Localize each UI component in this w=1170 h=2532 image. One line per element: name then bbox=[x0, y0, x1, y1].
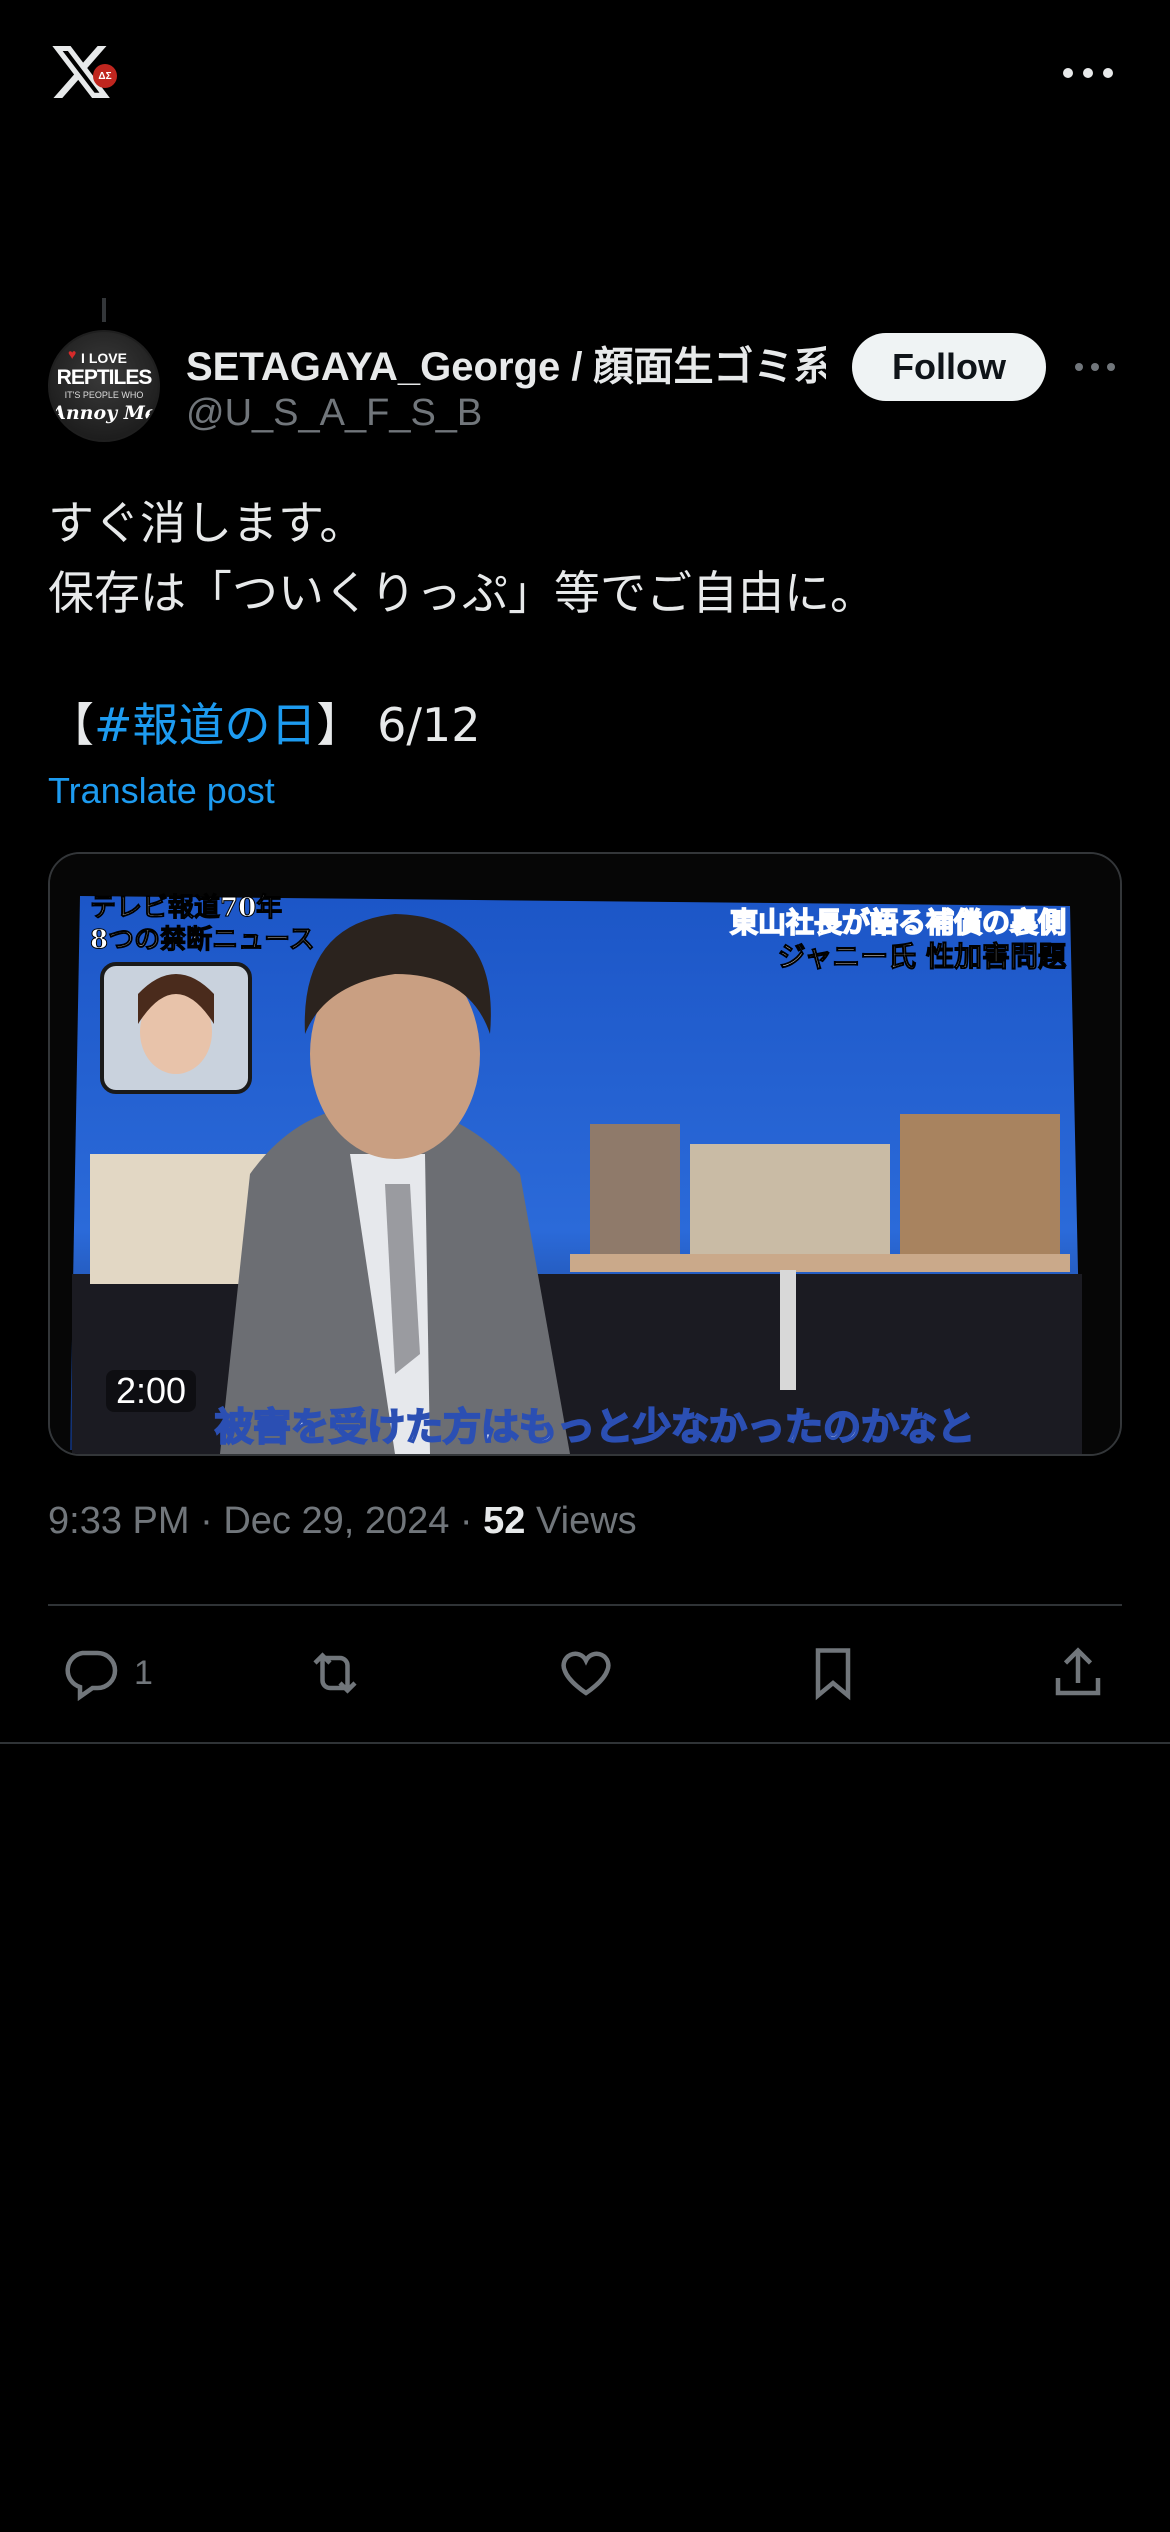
divider bbox=[0, 1742, 1170, 1744]
thread-line bbox=[102, 298, 106, 322]
overlay-top-right-2: ジャニー氏 性加害問題 bbox=[778, 940, 1067, 973]
bookmark-button[interactable] bbox=[803, 1640, 863, 1706]
tag-line: 【#報道の日】 6/12 bbox=[48, 690, 480, 760]
avatar-text-4: Annoy Me bbox=[51, 402, 157, 424]
repost-icon bbox=[313, 1652, 357, 1694]
user-handle[interactable]: @U_S_A_F_S_B bbox=[186, 392, 482, 435]
video-player[interactable]: テレビ報道70年 8つの禁断ニュース 東山社長が語る補償の裏側 ジャニー氏 性加… bbox=[48, 852, 1122, 1456]
divider bbox=[48, 1604, 1122, 1606]
tag-suffix: 】 6/12 bbox=[316, 698, 481, 752]
more-horizontal-icon[interactable] bbox=[1072, 352, 1118, 382]
reply-icon bbox=[65, 1650, 118, 1702]
separator: · bbox=[449, 1500, 484, 1542]
reply-button[interactable]: 1 bbox=[60, 1640, 153, 1706]
like-button[interactable] bbox=[556, 1640, 616, 1706]
bookmark-icon bbox=[815, 1648, 851, 1701]
views-label: Views bbox=[525, 1500, 637, 1542]
translate-post-link[interactable]: Translate post bbox=[48, 770, 275, 812]
post-meta: 9:33 PM · Dec 29, 2024 · 52 Views bbox=[48, 1500, 637, 1543]
more-horizontal-icon[interactable] bbox=[1060, 58, 1116, 88]
heart-icon bbox=[561, 1651, 611, 1696]
video-frame: テレビ報道70年 8つの禁断ニュース 東山社長が語る補償の裏側 ジャニー氏 性加… bbox=[50, 854, 1120, 1454]
reply-count: 1 bbox=[134, 1653, 153, 1692]
overlay-top-left-1: テレビ報道70年 bbox=[90, 892, 282, 923]
repost-button[interactable] bbox=[305, 1640, 365, 1706]
avatar-text-1: I LOVE bbox=[81, 350, 127, 366]
share-button[interactable] bbox=[1048, 1640, 1108, 1706]
video-subtitle: 被害を受けた方はもっと少なかったのかなと bbox=[215, 1405, 975, 1449]
video-duration: 2:00 bbox=[106, 1370, 197, 1412]
avatar[interactable]: ♥ I LOVE REPTILES IT'S PEOPLE WHO Annoy … bbox=[48, 330, 160, 442]
post-text: すぐ消します。 保存は「ついくりっぷ」等でご自由に。 bbox=[48, 496, 876, 620]
x-badge: ΔΣ bbox=[93, 64, 117, 88]
follow-button[interactable]: Follow bbox=[852, 333, 1046, 401]
top-bar: ΔΣ bbox=[0, 0, 1170, 150]
display-name[interactable]: SETAGAYA_George / 顔面生ゴミ系 bbox=[186, 334, 826, 390]
avatar-text-3: IT'S PEOPLE WHO bbox=[64, 390, 144, 400]
overlay-top-left-2: 8つの禁断ニュース bbox=[90, 924, 315, 955]
share-icon bbox=[1055, 1647, 1101, 1696]
post-time[interactable]: 9:33 PM bbox=[48, 1500, 190, 1542]
overlay-top-right-1: 東山社長が語る補償の裏側 bbox=[730, 906, 1066, 939]
avatar-text-2: REPTILES bbox=[56, 366, 153, 389]
hashtag-link[interactable]: #報道の日 bbox=[94, 698, 317, 752]
separator: · bbox=[189, 1500, 224, 1542]
views-count: 52 bbox=[483, 1500, 526, 1542]
bracket-open: 【 bbox=[48, 698, 94, 752]
post-date[interactable]: Dec 29, 2024 bbox=[223, 1500, 449, 1542]
